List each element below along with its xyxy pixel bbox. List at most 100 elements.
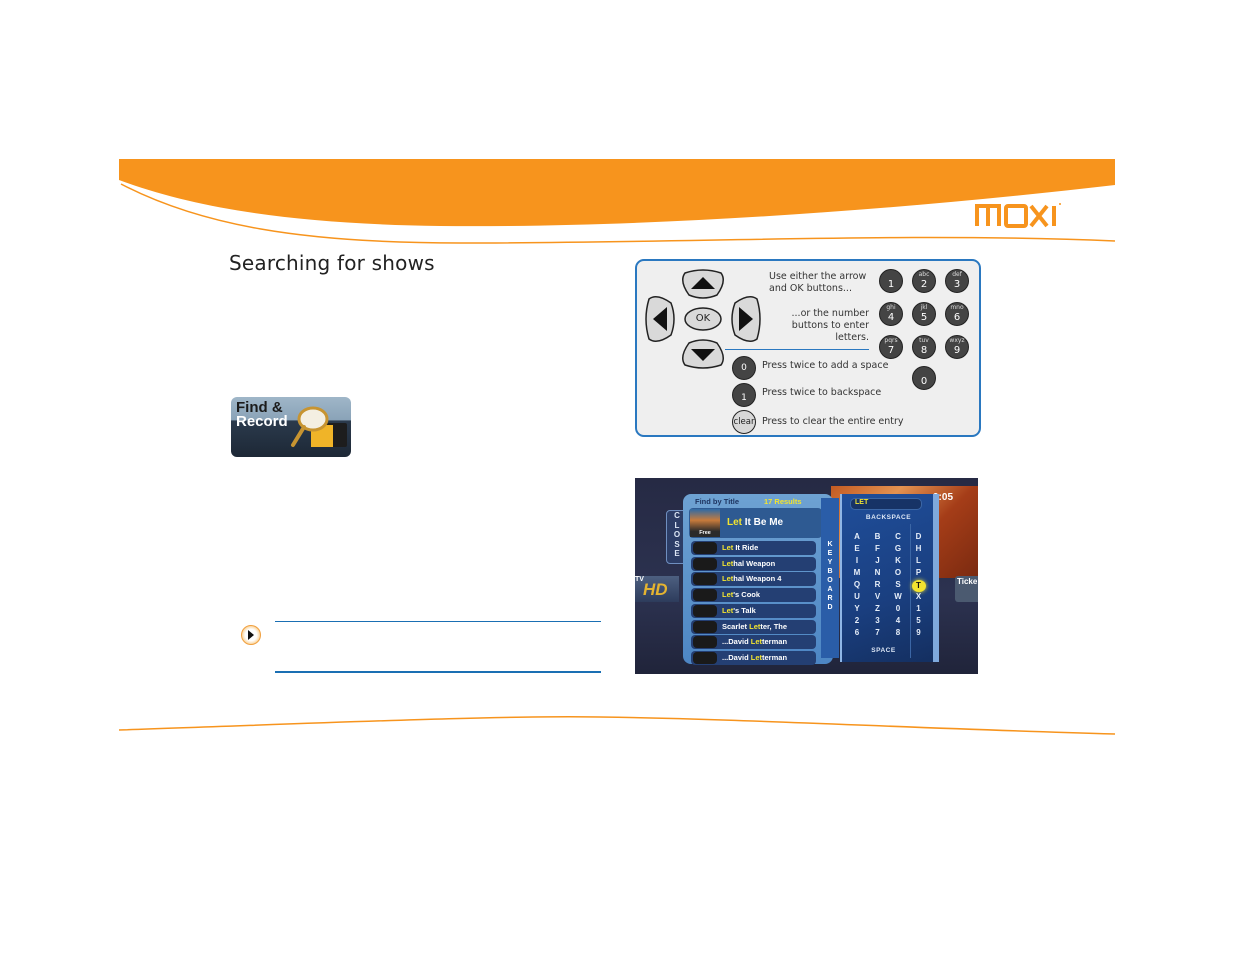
- key-J[interactable]: J: [871, 556, 885, 565]
- keypad-button-7: pqrs 7: [879, 335, 903, 359]
- keyboard-tab-letter: O: [827, 577, 833, 584]
- key-B[interactable]: B: [871, 532, 885, 541]
- result-row[interactable]: Lethal Weapon 4: [691, 572, 816, 587]
- keypad-button-4: ghi 4: [879, 302, 903, 326]
- note-divider-top: [275, 621, 601, 622]
- key-Q[interactable]: Q: [850, 580, 864, 589]
- key-1[interactable]: 1: [912, 604, 926, 613]
- key-H[interactable]: H: [912, 544, 926, 553]
- keyboard-tab-letter: D: [827, 604, 833, 611]
- result-row[interactable]: Scarlet Letter, The: [691, 619, 816, 634]
- keyboard-tab[interactable]: KEYBOARD: [821, 498, 839, 658]
- tv-search-screen: 9:05 TV HD Ticke CLOSE Find by Title 17 …: [635, 478, 978, 674]
- keyboard-tab-letter: B: [827, 568, 833, 575]
- key-N[interactable]: N: [871, 568, 885, 577]
- key-C[interactable]: C: [891, 532, 905, 541]
- find-record-icon: Find & Record: [231, 397, 351, 457]
- key-0[interactable]: 0: [891, 604, 905, 613]
- key-Z[interactable]: Z: [871, 604, 885, 613]
- channel-logo-icon: [693, 557, 717, 570]
- onscreen-keyboard: LET BACKSPACE ABCD EFGH IJKL MNOP QRST UVWX YZ…: [840, 494, 935, 662]
- footer-line: [118, 715, 1116, 735]
- key-I[interactable]: I: [850, 556, 864, 565]
- result-title: Lethal Weapon: [722, 558, 776, 568]
- key-9[interactable]: 9: [912, 628, 926, 637]
- key-7[interactable]: 7: [871, 628, 885, 637]
- key-3[interactable]: 3: [871, 616, 885, 625]
- space-key[interactable]: SPACE: [842, 647, 925, 654]
- results-count: 17 Results: [764, 497, 802, 506]
- tip-clear: Press to clear the entire entry: [762, 416, 904, 427]
- result-title: Let's Talk: [722, 605, 756, 615]
- key-R[interactable]: R: [871, 580, 885, 589]
- result-row[interactable]: ...David Letterman: [691, 650, 816, 665]
- remote-instructions-panel: OK Use either the arrow and OK buttons..…: [635, 259, 981, 437]
- keypad-button-8: tuv 8: [912, 335, 936, 359]
- find-record-label-line2: Record: [236, 413, 288, 430]
- backspace-key[interactable]: BACKSPACE: [842, 514, 935, 521]
- result-title: Let It Ride: [722, 543, 759, 552]
- channel-logo-icon: [693, 620, 717, 633]
- magnifier-icon: [291, 406, 347, 447]
- channel-logo-icon: [693, 573, 717, 586]
- channel-logo-icon: [693, 636, 717, 649]
- results-header: Find by Title: [695, 497, 740, 506]
- key-4[interactable]: 4: [891, 616, 905, 625]
- key-U[interactable]: U: [850, 592, 864, 601]
- result-title: ...David Letterman: [722, 637, 788, 647]
- key-F[interactable]: F: [871, 544, 885, 553]
- key-X[interactable]: X: [912, 592, 926, 601]
- key-M[interactable]: M: [850, 568, 864, 577]
- result-row[interactable]: Lethal Weapon: [691, 556, 816, 571]
- search-results-panel: Find by Title 17 Results Free Let It Be …: [683, 494, 833, 665]
- result-title: Scarlet Letter, The: [722, 621, 788, 631]
- key-O[interactable]: O: [891, 568, 905, 577]
- keypad-button-9: wxyz 9: [945, 335, 969, 359]
- key-L[interactable]: L: [912, 556, 926, 565]
- channel-logo-icon: [693, 542, 717, 554]
- key-G[interactable]: G: [891, 544, 905, 553]
- arrow-instruction: Use either the arrow and OK buttons...: [769, 271, 867, 294]
- key-S[interactable]: S: [891, 580, 905, 589]
- header-orange-band: [119, 159, 1115, 227]
- key-D[interactable]: D: [912, 532, 926, 541]
- keyboard-tab-letter: A: [827, 586, 833, 593]
- result-row[interactable]: Let It Ride: [691, 541, 816, 555]
- key-8[interactable]: 8: [891, 628, 905, 637]
- featured-result[interactable]: Free Let It Be Me: [689, 508, 822, 538]
- keyboard-tab-letter: Y: [827, 559, 833, 566]
- result-row[interactable]: Let's Cook: [691, 588, 816, 603]
- key-W[interactable]: W: [891, 592, 905, 601]
- keypad-button-2: abc 2: [912, 269, 936, 293]
- page-title: Searching for shows: [229, 251, 435, 275]
- key-5[interactable]: 5: [912, 616, 926, 625]
- result-title: Lethal Weapon 4: [722, 574, 782, 584]
- featured-thumbnail: Free: [690, 509, 720, 537]
- key-T[interactable]: T: [911, 580, 926, 592]
- header-swoosh: [118, 159, 1116, 735]
- key-K[interactable]: K: [891, 556, 905, 565]
- search-entry-field[interactable]: LET: [850, 498, 922, 510]
- key-2[interactable]: 2: [850, 616, 864, 625]
- key-P[interactable]: P: [912, 568, 926, 577]
- result-row[interactable]: Let's Talk: [691, 603, 816, 618]
- featured-title: Let It Be Me: [727, 517, 784, 528]
- result-title: Let's Cook: [722, 590, 761, 600]
- result-row[interactable]: ...David Letterman: [691, 635, 816, 650]
- key-V[interactable]: V: [871, 592, 885, 601]
- channel-logo-icon: [693, 651, 717, 664]
- channel-logo-icon: [693, 589, 717, 602]
- keypad-button-5: jkl 5: [912, 302, 936, 326]
- arrow-right-circle-icon: [241, 625, 261, 645]
- number-instruction: ...or the number buttons to enter letter…: [791, 308, 869, 343]
- key-6[interactable]: 6: [850, 628, 864, 637]
- key-E[interactable]: E: [850, 544, 864, 553]
- keypad-button-0: 0: [912, 366, 936, 390]
- keypad-button-3: def 3: [945, 269, 969, 293]
- tip-space: Press twice to add a space: [762, 360, 889, 371]
- clear-button-icon: clear: [732, 410, 756, 434]
- hd-tile: TV HD: [635, 576, 679, 602]
- key-A[interactable]: A: [850, 532, 864, 541]
- key-Y[interactable]: Y: [850, 604, 864, 613]
- result-title: ...David Letterman: [722, 652, 788, 662]
